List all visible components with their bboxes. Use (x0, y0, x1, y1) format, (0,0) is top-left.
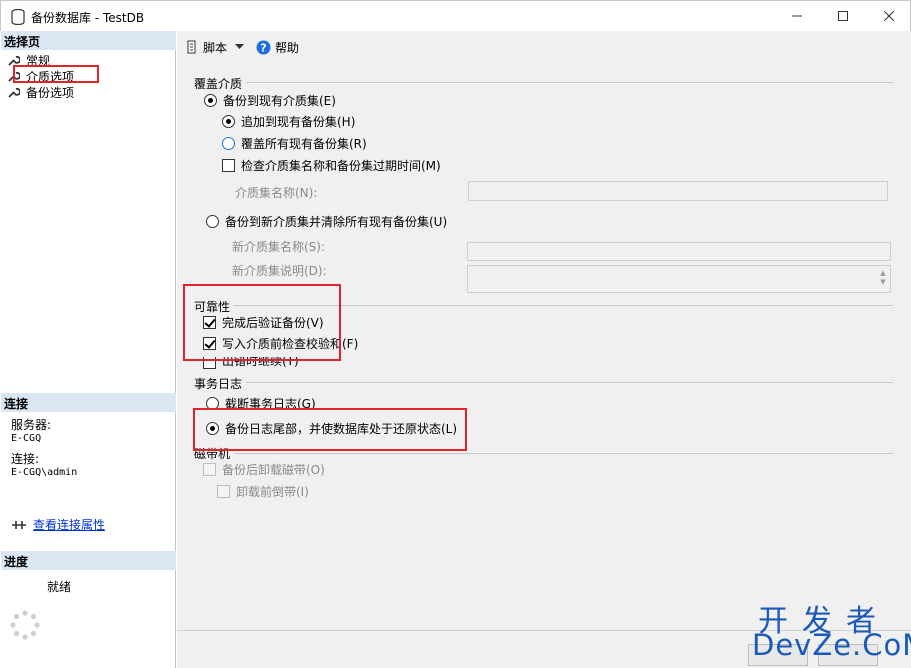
check-expiry-checkbox[interactable]: 检查介质集名称和备份集过期时间(M) (222, 157, 441, 174)
backup-existing-media-radio[interactable]: 备份到现有介质集(E) (204, 92, 336, 109)
nav-item-label: 备份选项 (26, 85, 75, 100)
database-icon (11, 9, 25, 25)
group-divider (197, 382, 893, 383)
checkbox-indicator (222, 159, 235, 172)
new-media-name-label: 新介质集名称(S): (232, 240, 326, 254)
script-dropdown[interactable] (235, 44, 248, 50)
checkbox-label: 卸载前倒带(I) (236, 485, 309, 499)
highlight-box-reliability (183, 284, 341, 361)
radio-label: 追加到现有备份集(H) (241, 115, 356, 129)
server-value: E-CGQ (11, 433, 42, 444)
connection-icon (12, 520, 26, 529)
minimize-icon (792, 15, 802, 17)
scroll-arrows-icon[interactable]: ▲ ▼ (878, 269, 888, 287)
window-title: 备份数据库 - TestDB (31, 11, 145, 25)
backup-new-media-radio[interactable]: 备份到新介质集并清除所有现有备份集(U) (206, 213, 447, 230)
group-divider (197, 82, 893, 83)
connection-label: 连接: (11, 452, 40, 466)
radio-label: 备份到新介质集并清除所有现有备份集(U) (225, 215, 448, 229)
maximize-icon (838, 11, 848, 21)
connection-header: 连接 (1, 393, 176, 412)
minimize-button[interactable] (774, 1, 820, 31)
wrench-icon (8, 87, 20, 98)
radio-indicator (222, 137, 235, 150)
progress-status: 就绪 (47, 580, 72, 594)
script-button[interactable]: 脚本 (185, 39, 227, 56)
checkbox-indicator (217, 485, 230, 498)
svg-text:?: ? (260, 41, 266, 54)
unload-tape-checkbox[interactable]: 备份后卸载磁带(O) (203, 461, 325, 478)
view-connection-properties-label: 查看连接属性 (33, 518, 106, 532)
view-connection-properties-link[interactable]: 查看连接属性 (11, 516, 105, 533)
checkbox-indicator (203, 463, 216, 476)
append-backup-set-radio[interactable]: 追加到现有备份集(H) (222, 113, 355, 130)
select-page-header: 选择页 (1, 31, 176, 50)
highlight-box-log-tail (193, 408, 467, 451)
rewind-tape-checkbox[interactable]: 卸载前倒带(I) (217, 483, 309, 500)
left-pane: 选择页 常规 介质选项 备份选项 连接 服务器: E-CGQ 连接: E-CGQ… (1, 31, 176, 668)
highlight-box-media-nav (13, 65, 99, 83)
server-label: 服务器: (11, 418, 52, 432)
script-icon (187, 40, 196, 54)
connection-value: E-CGQ\admin (11, 467, 78, 478)
overwrite-backup-sets-radio[interactable]: 覆盖所有现有备份集(R) (222, 135, 367, 152)
close-icon (884, 11, 894, 21)
help-label: 帮助 (275, 40, 300, 55)
transaction-log-group-label: 事务日志 (194, 375, 247, 392)
progress-spinner-icon (10, 610, 40, 640)
close-button[interactable] (866, 1, 911, 31)
radio-label: 备份到现有介质集(E) (223, 94, 336, 108)
radio-label: 覆盖所有现有备份集(R) (241, 137, 367, 151)
radio-indicator (206, 215, 219, 228)
help-button[interactable]: ? 帮助 (256, 39, 299, 56)
radio-indicator (222, 115, 235, 128)
chevron-down-icon (235, 44, 245, 49)
radio-indicator (204, 94, 217, 107)
overwrite-media-group-label: 覆盖介质 (194, 75, 247, 92)
checkbox-label: 检查介质集名称和备份集过期时间(M) (241, 159, 441, 173)
help-icon: ? (256, 40, 271, 54)
nav-item-backup-options[interactable]: 备份选项 (7, 84, 74, 100)
media-set-name-label: 介质集名称(N): (235, 186, 318, 200)
script-label: 脚本 (203, 40, 228, 55)
progress-header: 进度 (1, 551, 176, 570)
title-bar: 备份数据库 - TestDB (0, 0, 911, 31)
toolbar: 脚本 ? 帮助 (177, 31, 911, 63)
watermark-en: DevZe.CoM (752, 628, 911, 662)
group-divider (197, 453, 893, 454)
new-media-desc-label: 新介质集说明(D): (232, 264, 327, 278)
new-media-desc-field[interactable]: ▲ ▼ (467, 265, 891, 293)
media-set-name-field[interactable] (468, 181, 888, 201)
new-media-name-field[interactable] (467, 242, 891, 261)
checkbox-label: 备份后卸载磁带(O) (222, 463, 325, 477)
maximize-button[interactable] (820, 1, 866, 31)
